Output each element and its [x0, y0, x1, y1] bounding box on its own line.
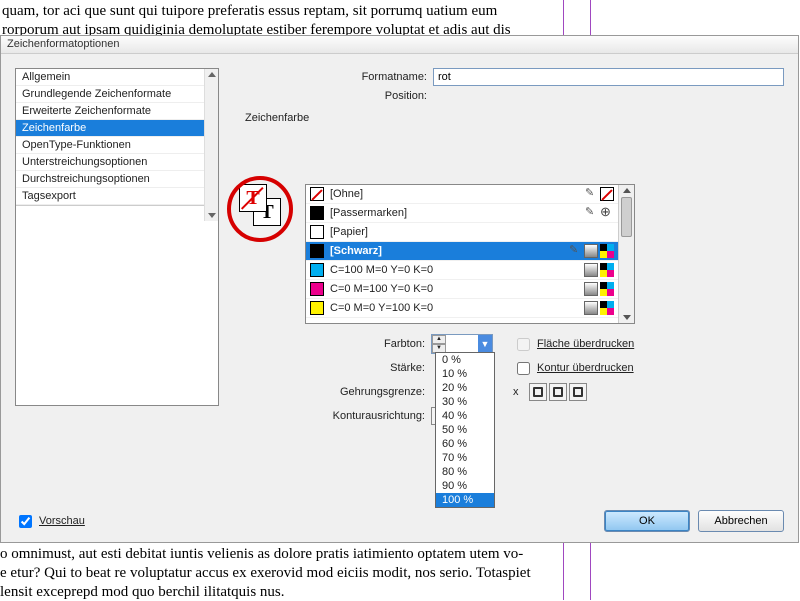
preview-checkbox[interactable]: Vorschau [15, 512, 85, 531]
sidebar-item-label: Erweiterte Zeichenformate [22, 105, 151, 117]
swatch-magenta-icon [310, 282, 324, 296]
bevel-join-button[interactable] [569, 383, 587, 401]
swatch-row-black[interactable]: [Schwarz] [306, 242, 618, 261]
category-sidebar: Allgemein Grundlegende Zeichenformate Er… [15, 68, 219, 406]
cmyk-type-icon [600, 263, 614, 277]
sidebar-scrollbar[interactable] [204, 69, 218, 221]
character-style-options-dialog: Zeichenformatoptionen Allgemein Grundleg… [0, 35, 799, 543]
sidebar-item-label: Grundlegende Zeichenformate [22, 88, 171, 100]
global-icon [584, 263, 598, 277]
none-type-icon [600, 187, 614, 201]
formatname-input[interactable] [433, 68, 784, 86]
spinner-up-icon[interactable]: ▲ [432, 335, 446, 344]
swatch-name: C=0 M=100 Y=0 K=0 [330, 283, 584, 295]
section-heading: Zeichenfarbe [245, 112, 784, 124]
locked-icon [584, 206, 598, 220]
tint-dropdown-button[interactable]: ▼ [478, 335, 492, 353]
fill-stroke-proxy[interactable]: T T [239, 184, 287, 232]
global-icon [584, 301, 598, 315]
sidebar-item-label: Allgemein [22, 71, 70, 83]
swatch-list-panel: [Ohne] [Passermarken] [Papier] [S [305, 184, 635, 324]
overprint-fill-checkbox[interactable]: Fläche überdrucken [513, 335, 634, 354]
sidebar-item-label: OpenType-Funktionen [22, 139, 131, 151]
sidebar-item-tags-export[interactable]: Tagsexport [16, 188, 218, 205]
formatname-label: Formatname: [239, 71, 433, 83]
swatch-registration-icon [310, 206, 324, 220]
global-icon [584, 282, 598, 296]
checkbox-label: Fläche überdrucken [537, 338, 634, 350]
swatch-row-paper[interactable]: [Papier] [306, 223, 618, 242]
swatch-row-yellow[interactable]: C=0 M=0 Y=100 K=0 [306, 299, 618, 318]
swatch-cyan-icon [310, 263, 324, 277]
swatch-paper-icon [310, 225, 324, 239]
sidebar-item-character-color[interactable]: Zeichenfarbe [16, 120, 218, 137]
sidebar-item-advanced-formats[interactable]: Erweiterte Zeichenformate [16, 103, 218, 120]
checkbox-label: Vorschau [39, 515, 85, 527]
tint-spinner[interactable]: ▲▼ ▼ [431, 334, 493, 354]
swatch-name: C=0 M=0 Y=100 K=0 [330, 302, 584, 314]
swatch-row-none[interactable]: [Ohne] [306, 185, 618, 204]
tint-dropdown-list[interactable]: 0 % 10 % 20 % 30 % 40 % 50 % 60 % 70 % 8… [435, 352, 495, 508]
swatch-yellow-icon [310, 301, 324, 315]
document-text-bottom: o omnimust, aut esti debitat iuntis veli… [0, 545, 531, 601]
swatch-name: [Ohne] [330, 188, 584, 200]
dropdown-option[interactable]: 90 % [436, 479, 494, 493]
miter-x-label: x [513, 386, 519, 398]
swatch-name: C=100 M=0 Y=0 K=0 [330, 264, 584, 276]
document-text-top: quam, tor aci que sunt qui tuipore prefe… [2, 2, 798, 40]
miter-join-button[interactable] [529, 383, 547, 401]
swatch-row-registration[interactable]: [Passermarken] [306, 204, 618, 223]
sidebar-item-opentype[interactable]: OpenType-Funktionen [16, 137, 218, 154]
scrollbar-thumb[interactable] [621, 197, 632, 237]
locked-icon [568, 244, 582, 258]
checkbox-label: Kontur überdrucken [537, 362, 634, 374]
dialog-title: Zeichenformatoptionen [1, 36, 798, 54]
cmyk-type-icon [600, 282, 614, 296]
dropdown-option[interactable]: 30 % [436, 395, 494, 409]
round-join-button[interactable] [549, 383, 567, 401]
sidebar-item-label: Unterstreichungsoptionen [22, 156, 147, 168]
cancel-button[interactable]: Abbrechen [698, 510, 784, 532]
swatch-black-icon [310, 244, 324, 258]
cmyk-type-icon [600, 301, 614, 315]
sidebar-item-strikethrough[interactable]: Durchstreichungsoptionen [16, 171, 218, 188]
dropdown-option[interactable]: 10 % [436, 367, 494, 381]
global-icon [584, 244, 598, 258]
sidebar-item-basic-formats[interactable]: Grundlegende Zeichenformate [16, 86, 218, 103]
swatch-row-cyan[interactable]: C=100 M=0 Y=0 K=0 [306, 261, 618, 280]
fill-proxy-icon[interactable]: T [239, 184, 267, 212]
dropdown-option[interactable]: 70 % [436, 451, 494, 465]
position-label: Position: [239, 90, 433, 102]
dropdown-option-selected[interactable]: 100 % [436, 493, 494, 507]
sidebar-item-general[interactable]: Allgemein [16, 69, 218, 86]
stroke-align-label: Konturausrichtung: [305, 410, 431, 422]
sidebar-item-label: Zeichenfarbe [22, 122, 86, 134]
sidebar-item-underline[interactable]: Unterstreichungsoptionen [16, 154, 218, 171]
dropdown-option[interactable]: 0 % [436, 353, 494, 367]
overprint-stroke-checkbox[interactable]: Kontur überdrucken [513, 359, 634, 378]
registration-type-icon [600, 206, 614, 220]
weight-label: Stärke: [305, 362, 431, 374]
swatch-name: [Schwarz] [330, 245, 568, 257]
checkbox-icon[interactable] [517, 362, 530, 375]
dropdown-option[interactable]: 60 % [436, 437, 494, 451]
swatch-none-icon [310, 187, 324, 201]
tint-label: Farbton: [305, 338, 431, 350]
checkbox-icon[interactable] [19, 515, 32, 528]
dropdown-option[interactable]: 20 % [436, 381, 494, 395]
locked-icon [584, 187, 598, 201]
sidebar-item-label: Durchstreichungsoptionen [22, 173, 150, 185]
swatch-name: [Passermarken] [330, 207, 584, 219]
miter-label: Gehrungsgrenze: [305, 386, 431, 398]
cmyk-type-icon [600, 244, 614, 258]
swatch-row-magenta[interactable]: C=0 M=100 Y=0 K=0 [306, 280, 618, 299]
sidebar-item-label: Tagsexport [22, 190, 76, 202]
checkbox-icon[interactable] [517, 338, 530, 351]
dropdown-option[interactable]: 80 % [436, 465, 494, 479]
dropdown-option[interactable]: 50 % [436, 423, 494, 437]
swatch-name: [Papier] [330, 226, 614, 238]
ok-button[interactable]: OK [604, 510, 690, 532]
swatch-scrollbar[interactable] [618, 185, 634, 323]
dropdown-option[interactable]: 40 % [436, 409, 494, 423]
